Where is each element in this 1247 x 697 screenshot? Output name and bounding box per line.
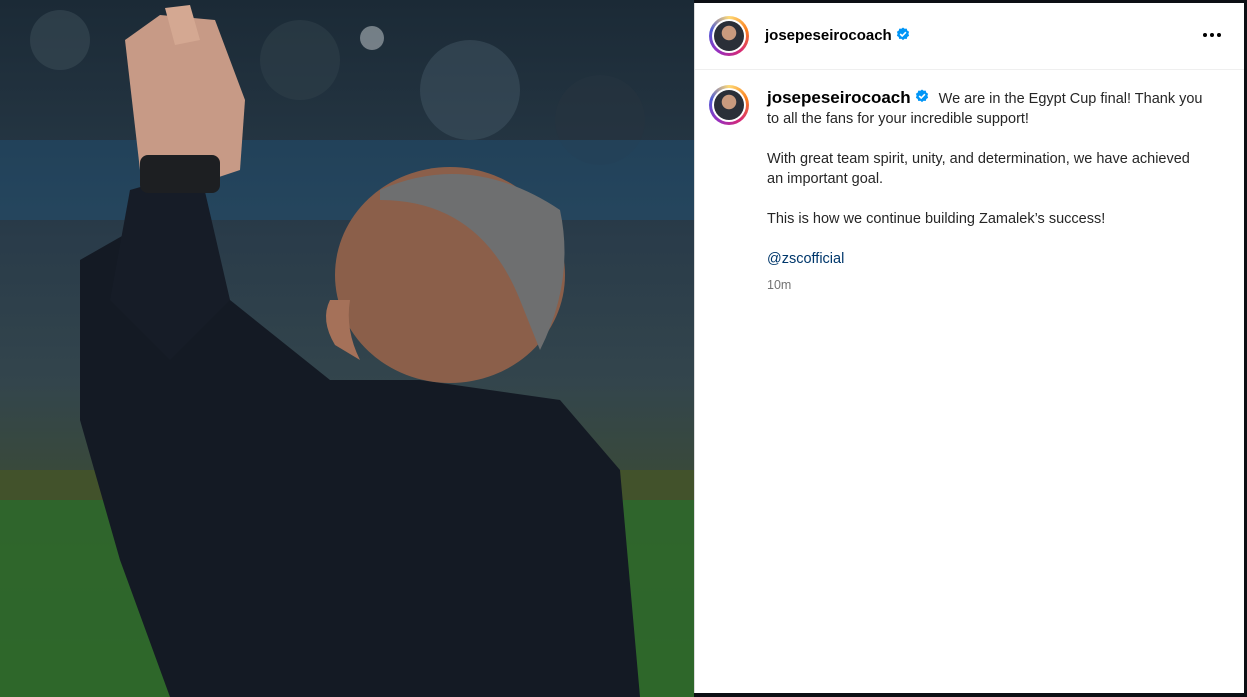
profile-photo: [714, 90, 744, 120]
post-panel: josepeseirocoach josepeseirocoach We are…: [694, 3, 1244, 693]
more-options-icon: [1203, 33, 1207, 37]
post-timestamp[interactable]: 10m: [767, 275, 1207, 295]
caption-avatar[interactable]: [709, 85, 749, 125]
header-username[interactable]: josepeseirocoach: [765, 27, 892, 44]
mention-link[interactable]: @zscofficial: [767, 251, 844, 267]
caption-line-3: This is how we continue building Zamalek…: [767, 211, 1106, 228]
caption-line-2: With great team spirit, unity, and deter…: [767, 151, 1190, 188]
more-options-button[interactable]: [1200, 25, 1224, 45]
caption-username[interactable]: josepeseirocoach: [767, 88, 911, 107]
caption: josepeseirocoach We are in the Egypt Cup…: [767, 88, 1207, 295]
profile-photo: [714, 21, 744, 51]
verified-badge-icon: [896, 27, 910, 45]
avatar[interactable]: [709, 16, 749, 56]
verified-badge-icon: [915, 89, 929, 109]
post-header: josepeseirocoach: [695, 3, 1244, 70]
coach-applauding-photo: [0, 5, 694, 697]
post-image[interactable]: [0, 0, 694, 697]
